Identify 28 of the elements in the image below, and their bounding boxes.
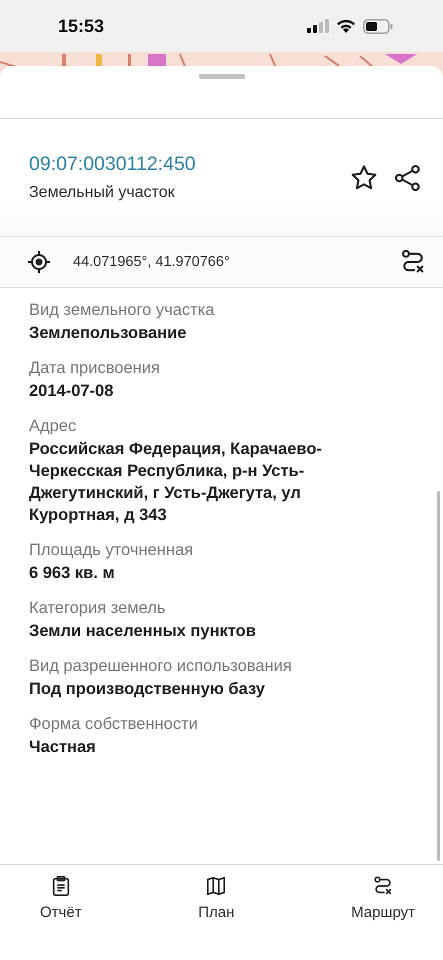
tab-button[interactable]: Маршрут <box>351 865 415 960</box>
tab-button[interactable]: Отчёт <box>40 865 82 960</box>
field-value: Под производственную базу <box>29 679 266 700</box>
field-value: 6 963 кв. м <box>29 563 116 584</box>
signal-icon <box>307 19 329 33</box>
share-icon[interactable] <box>393 162 423 192</box>
crosshair-icon[interactable] <box>27 250 51 274</box>
field-label: Категория земель <box>29 598 166 619</box>
field-value: Земли населенных пунктов <box>29 621 257 642</box>
map-icon <box>205 875 228 897</box>
field-label: Адрес <box>29 416 78 437</box>
field-value: Частная <box>29 737 97 758</box>
coordinates: 44.071965°, 41.970766° <box>73 254 231 270</box>
clock: 15:53 <box>58 16 104 36</box>
drag-handle[interactable] <box>198 74 244 79</box>
field-value: Землепользование <box>29 323 188 344</box>
field-label: Вид разрешенного использования <box>29 656 293 677</box>
field-label: Вид земельного участка <box>29 300 216 321</box>
battery-icon <box>363 18 393 34</box>
cadastral-number: 09:07:0030112:450 <box>29 153 197 176</box>
object-type: Земельный участок <box>29 184 176 202</box>
field-label: Дата присвоения <box>29 358 161 379</box>
wifi-icon <box>336 19 356 33</box>
tab-button[interactable]: План <box>198 865 234 960</box>
field-value: Российская Федерация, Карачаево-Черкесская Республика, р-н Усть-Джегутинский, г Усть-Джегута, ул Курортная, д 343 <box>29 439 323 526</box>
field-label: Площадь уточненная <box>29 540 194 561</box>
field-value: 2014-07-08 <box>29 381 114 402</box>
field-label: Форма собственности <box>29 714 199 735</box>
